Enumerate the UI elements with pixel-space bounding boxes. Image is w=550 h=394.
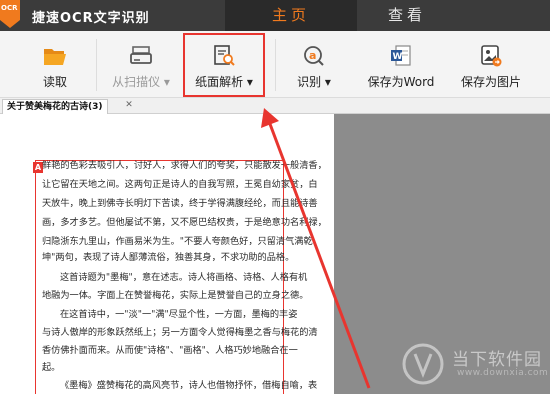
doc-line: 鲜艳的色彩去吸引人，讨好人，求得人们的夸奖，只能散发一般清香， (42, 160, 327, 171)
doc-line: 起。 (42, 362, 61, 373)
image-file-icon (481, 45, 502, 67)
doc-line: 天放牛，晚上到佛寺长明灯下苦读，终于学得满腹经纶，而且能诗善 (42, 198, 318, 209)
folder-icon (44, 49, 66, 65)
ribbon-toolbar: 读取 从扫描仪 ▾ 纸面解析 ▾ a 识别 ▾ W 保存为Word 保存为图片 (0, 31, 550, 98)
doc-line: 与诗人傲岸的形象跃然纸上；另一方面令人觉得梅墨之香与梅花的清 (42, 327, 318, 338)
watermark-url: www.downxia.com (457, 368, 549, 378)
watermark-logo-icon (402, 343, 444, 385)
save-as-word-label: 保存为Word (367, 75, 435, 89)
recognize-icon: a (304, 46, 324, 66)
doc-line: 香仿佛扑面而来。从而使"诗格"、"画格"、人格巧妙地融合在一 (42, 345, 298, 356)
tab-view[interactable]: 查看 (357, 0, 457, 31)
document-tab[interactable]: 关于赞美梅花的古诗(3) (2, 99, 108, 114)
doc-line: 地融为一体。字面上在赞誉梅花，实际上是赞誉自己的立身之德。 (42, 290, 309, 301)
title-bar: OCR 捷速OCR文字识别 主页 查看 (0, 0, 550, 31)
doc-line: 让它留在天地之间。这两句正是诗人的自我写照，王冕自幼家贫，白 (42, 179, 318, 190)
scanner-button[interactable]: 从扫描仪 ▾ (102, 31, 180, 97)
watermark-brand: 当下软件园 (452, 350, 542, 370)
toolbar-divider (96, 39, 97, 91)
close-tab-icon[interactable]: ✕ (124, 100, 134, 110)
annotation-highlight-box (183, 33, 265, 97)
document-tab-strip: 关于赞美梅花的古诗(3) ✕ (0, 98, 550, 114)
scanner-icon (130, 46, 152, 64)
recognize-label: 识别 ▾ (297, 75, 331, 89)
svg-text:OCR: OCR (1, 4, 18, 12)
doc-line: 坤"两句，表现了诗人鄙薄流俗，独善其身，不求功助的品格。 (42, 252, 295, 263)
tab-home[interactable]: 主页 (225, 0, 357, 31)
save-as-word-button[interactable]: W 保存为Word (360, 31, 442, 97)
save-as-image-label: 保存为图片 (460, 75, 521, 89)
ocr-logo-icon: OCR (0, 0, 20, 28)
doc-line: 《墨梅》盛赞梅花的高风亮节，诗人也借物抒怀，借梅自喻，表 (60, 380, 318, 391)
doc-line: 这首诗题为"墨梅"，意在述志。诗人将画格、诗格、人格有机 (60, 272, 308, 283)
save-as-image-button[interactable]: 保存为图片 (452, 31, 530, 97)
read-label: 读取 (42, 75, 67, 89)
read-button[interactable]: 读取 (25, 31, 85, 97)
doc-line: 在这首诗中，一"淡"一"满"尽显个性，一方面，墨梅的丰姿 (60, 309, 298, 320)
svg-text:a: a (309, 49, 316, 62)
app-title: 捷速OCR文字识别 (32, 11, 150, 26)
svg-text:W: W (393, 52, 403, 62)
word-file-icon: W (391, 45, 411, 66)
recognize-button[interactable]: a 识别 ▾ (285, 31, 343, 97)
scanner-label: 从扫描仪 ▾ (112, 75, 170, 89)
toolbar-divider (275, 39, 276, 91)
doc-line: 归隐浙东九里山，作画易米为生。"不要人夸颜色好，只留清气满乾 (42, 236, 313, 247)
doc-line: 画，多才多艺。但他屡试不第，又不愿巴结权贵，于是绝意功名利禄， (42, 217, 327, 228)
